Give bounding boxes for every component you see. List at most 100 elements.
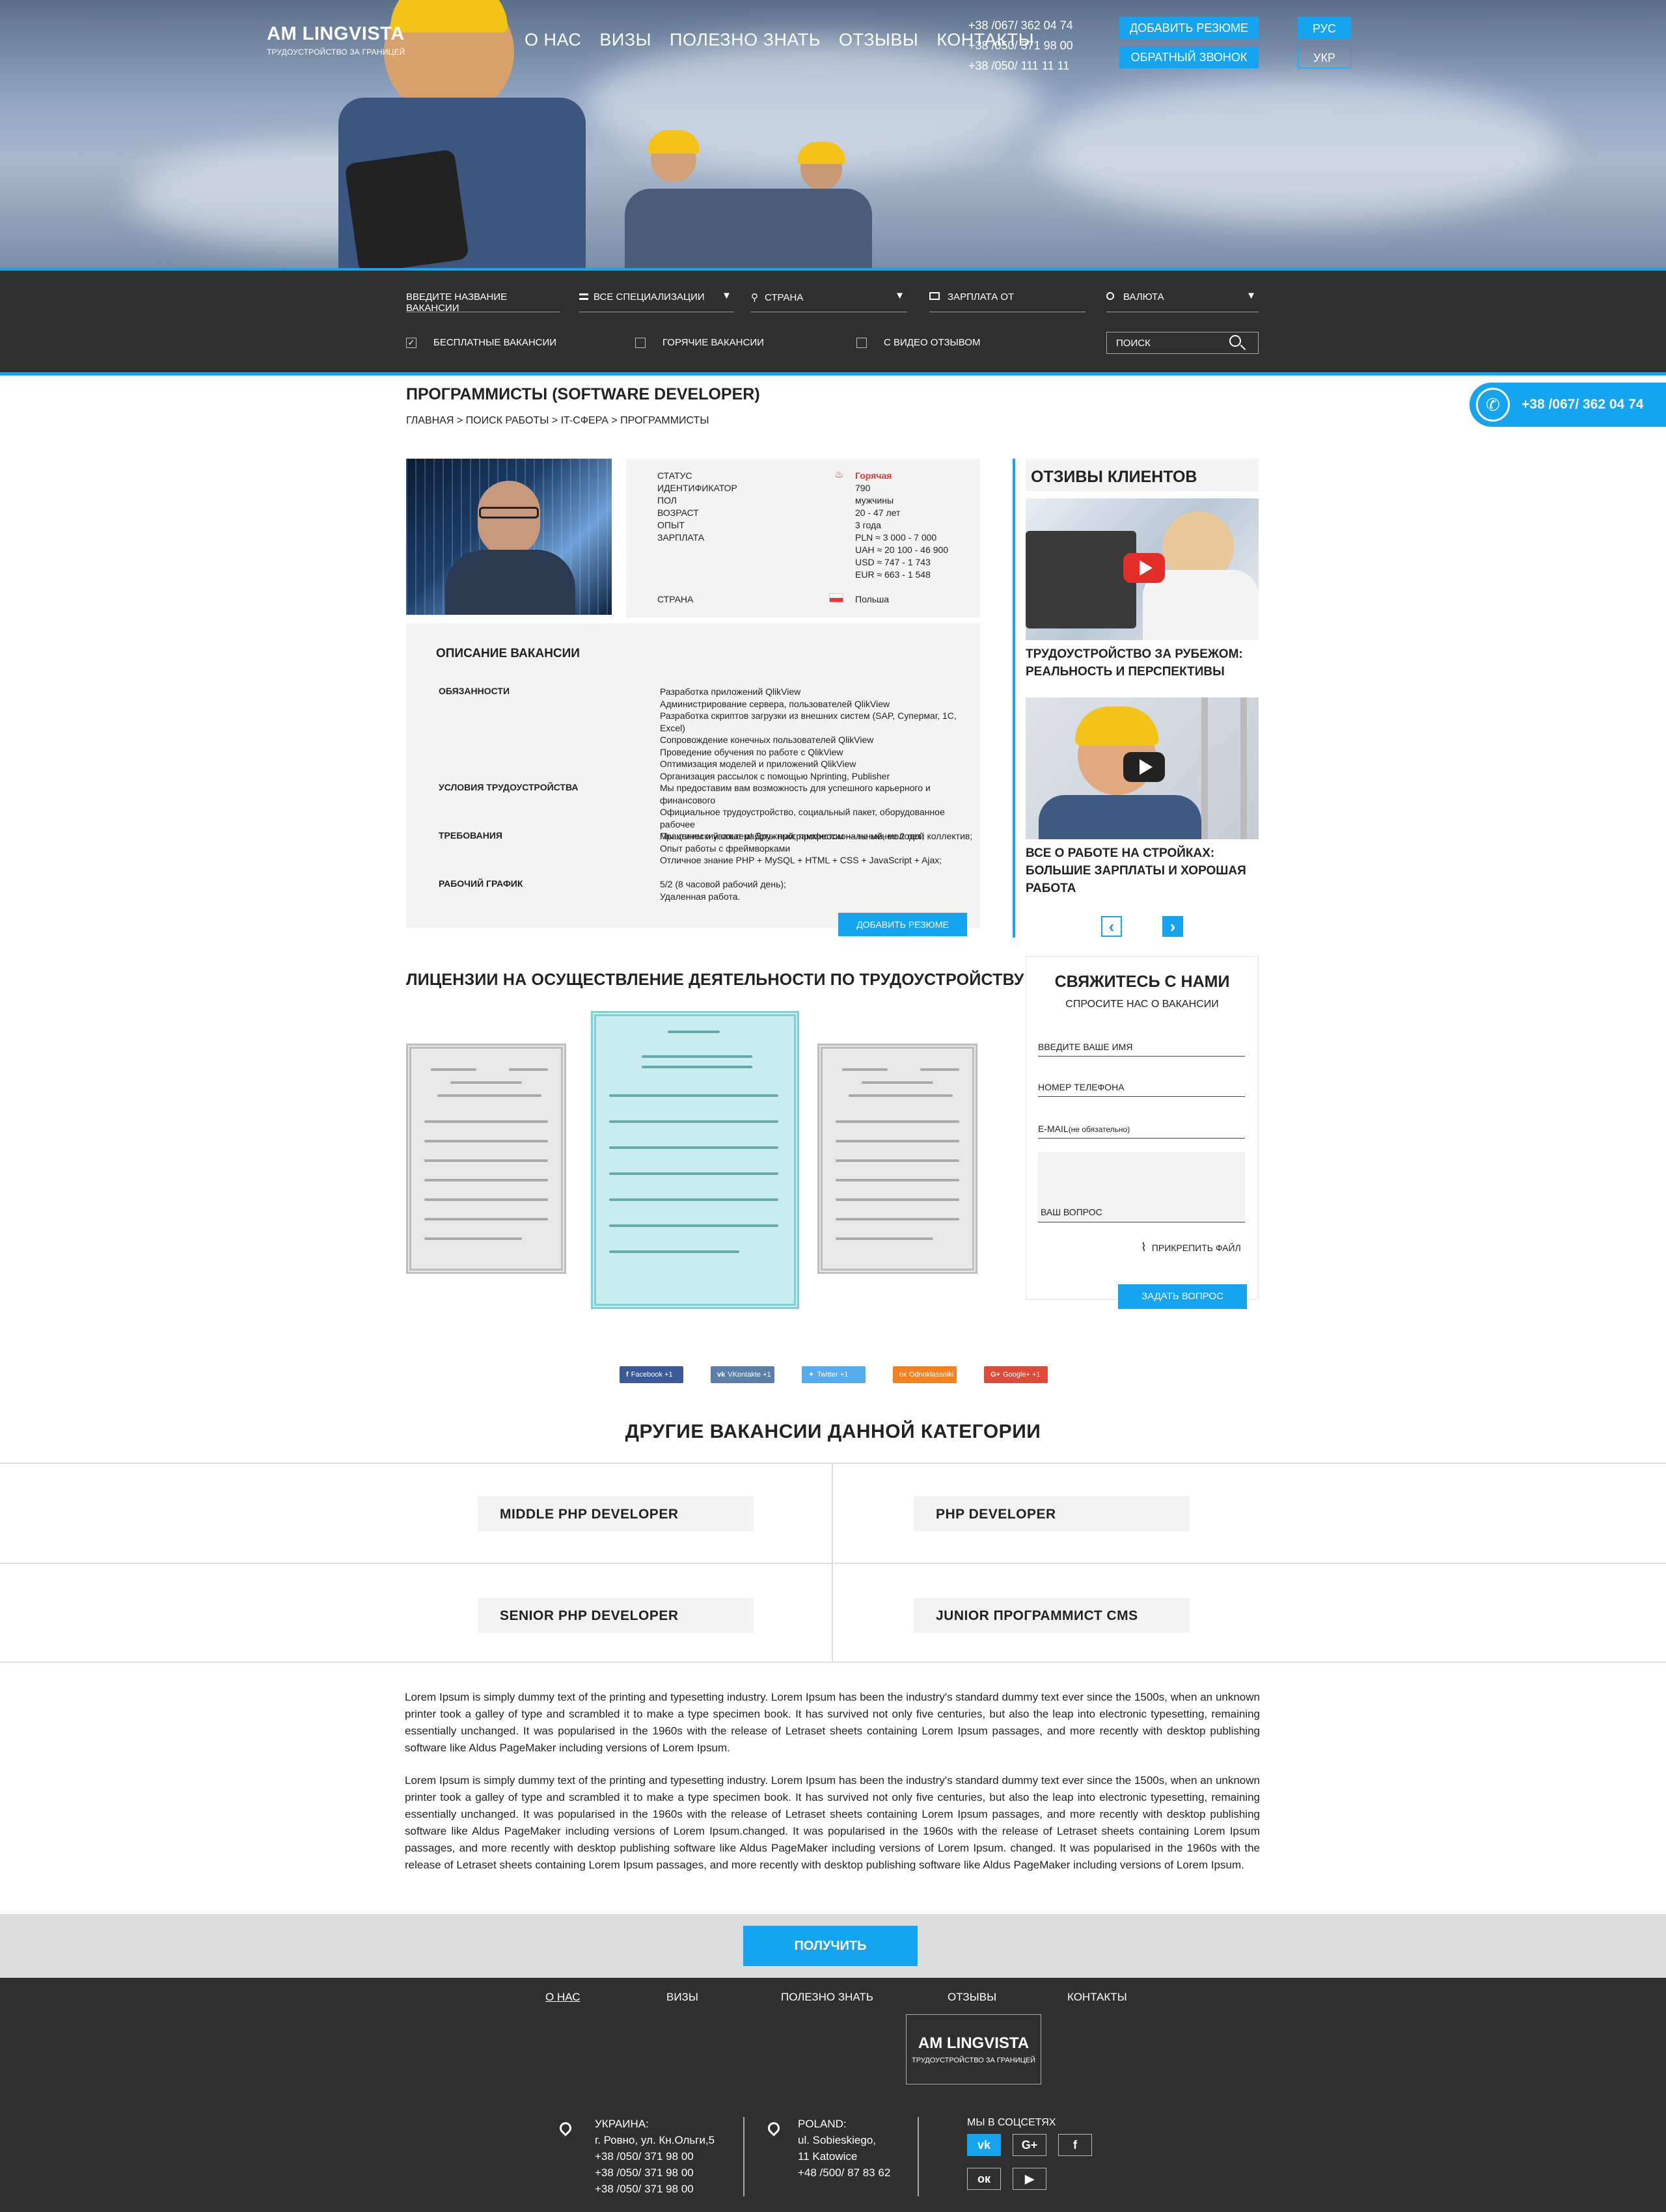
question-textarea[interactable]: ВАШ ВОПРОС bbox=[1038, 1152, 1245, 1222]
country-value: Польша bbox=[855, 594, 890, 604]
vacancy-link-php[interactable]: PHP DEVELOPER bbox=[914, 1496, 1190, 1531]
callback-header-button[interactable]: ОБРАТНЫЙ ЗВОНОК bbox=[1119, 46, 1259, 68]
fire-icon: ♨ bbox=[834, 469, 844, 480]
other-vacancies-title: ДРУГИЕ ВАКАНСИИ ДАННОЙ КАТЕГОРИИ bbox=[625, 1421, 1041, 1442]
phone-1[interactable]: +38 /067/ 362 04 74 bbox=[968, 16, 1073, 36]
duty-item: Оптимизация моделей и приложений QlikVie… bbox=[660, 759, 856, 769]
chevron-right-icon[interactable]: › bbox=[1162, 916, 1183, 937]
video-review-label: С ВИДЕО ОТЗЫВОМ bbox=[884, 337, 981, 348]
country-select[interactable]: ⚲ СТРАНА ▼ bbox=[751, 290, 907, 312]
vk-icon[interactable]: vk bbox=[967, 2134, 1001, 2156]
duty-item: Разработка скриптов загрузки из внешних … bbox=[660, 710, 957, 733]
schedule-item: 5/2 (8 часовой рабочий день); bbox=[660, 879, 786, 889]
vacancy-link-middle-php[interactable]: MIDDLE PHP DEVELOPER bbox=[478, 1496, 754, 1531]
footer-nav-about[interactable]: О НАС bbox=[545, 1991, 580, 2004]
share-twitter-button[interactable]: ✦ Twitter +1 bbox=[802, 1366, 866, 1383]
nav-reviews[interactable]: ОТЗЫВЫ bbox=[839, 30, 918, 50]
lang-ru-button[interactable]: РУС bbox=[1298, 17, 1351, 39]
address-ukraine: УКРАИНА: г. Ровно, ул. Кн.Ольги,5 +38 /0… bbox=[595, 2116, 715, 2197]
nav-useful[interactable]: ПОЛЕЗНО ЗНАТЬ bbox=[670, 30, 821, 50]
youtube-play-icon[interactable] bbox=[1123, 553, 1165, 583]
review-video-2[interactable] bbox=[1026, 697, 1259, 839]
search-placeholder: ПОИСК bbox=[1116, 338, 1151, 349]
review-caption-2[interactable]: ВСЕ О РАБОТЕ НА СТРОЙКАХ: БОЛЬШИЕ ЗАРПЛА… bbox=[1026, 844, 1259, 897]
salary-label: ЗАРПЛАТА bbox=[657, 532, 705, 543]
hot-vacancies-checkbox[interactable]: ГОРЯЧИЕ ВАКАНСИИ bbox=[635, 337, 764, 348]
get-consultation-button[interactable]: ПОЛУЧИТЬ КОНСУЛЬТАЦИЮ bbox=[743, 1926, 918, 1993]
breadcrumb[interactable]: ГЛАВНАЯ > ПОИСК РАБОТЫ > IT-СФЕРА > ПРОГ… bbox=[406, 415, 709, 427]
footer-nav-contacts[interactable]: КОНТАКТЫ bbox=[1067, 1991, 1127, 2004]
google-plus-icon[interactable]: G+ bbox=[1013, 2134, 1046, 2156]
footer-logo-name: AM LINGVISTA bbox=[918, 2034, 1030, 2052]
share-google-button[interactable]: G+ Google+ +1 bbox=[984, 1366, 1048, 1383]
odnoklassniki-icon[interactable]: ок bbox=[967, 2168, 1001, 2190]
share-google-count: +1 bbox=[1031, 1371, 1041, 1379]
odnoklassniki-icon: ок bbox=[899, 1371, 907, 1379]
currency-value: ВАЛЮТА bbox=[1123, 291, 1164, 303]
attach-file-link[interactable]: ⌇ ПРИКРЕПИТЬ ФАЙЛ bbox=[1141, 1241, 1241, 1254]
name-input[interactable]: ВВЕДИТЕ ВАШЕ ИМЯ bbox=[1038, 1042, 1245, 1057]
requirement-item: Практический опыт работы программистом —… bbox=[660, 831, 924, 841]
review-video-1[interactable] bbox=[1026, 498, 1259, 640]
add-resume-header-button[interactable]: ДОБАВИТЬ РЕЗЮМЕ bbox=[1119, 17, 1259, 39]
footer-nav-reviews[interactable]: ОТЗЫВЫ bbox=[948, 1991, 996, 2004]
share-vk-button[interactable]: vk VKontakte +1 bbox=[711, 1366, 774, 1383]
license-image-1[interactable] bbox=[406, 1044, 566, 1274]
salary-input[interactable]: ЗАРПЛАТА ОТ bbox=[929, 290, 1086, 312]
license-image-2[interactable] bbox=[591, 1011, 799, 1309]
vacancy-link-senior-php[interactable]: SENIOR PHP DEVELOPER bbox=[478, 1598, 754, 1633]
vacancy-name-input[interactable]: ВВЕДИТЕ НАЗВАНИЕ ВАКАНСИИ bbox=[406, 290, 560, 314]
phone-3[interactable]: +38 /050/ 111 11 11 bbox=[968, 56, 1073, 76]
youtube-play-icon[interactable] bbox=[1123, 752, 1165, 782]
add-resume-button[interactable]: ДОБАВИТЬ РЕЗЮМЕ bbox=[838, 913, 967, 936]
share-facebook-button[interactable]: f Facebook +1 bbox=[620, 1366, 683, 1383]
duty-item: Проведение обучения по работе с QlikView bbox=[660, 746, 843, 757]
share-twitter-count: +1 bbox=[840, 1371, 849, 1379]
phone-input[interactable]: НОМЕР ТЕЛЕФОНА bbox=[1038, 1082, 1245, 1097]
facebook-icon[interactable]: f bbox=[1058, 2134, 1092, 2156]
salary-placeholder: ЗАРПЛАТА ОТ bbox=[948, 291, 1015, 303]
video-review-checkbox[interactable]: С ВИДЕО ОТЗЫВОМ bbox=[856, 337, 980, 348]
address-line: ul. Sobieskiego, bbox=[798, 2134, 877, 2146]
footer-logo[interactable]: AM LINGVISTA ТРУДОУСТРОЙСТВО ЗА ГРАНИЦЕЙ bbox=[906, 2014, 1041, 2084]
address-phone[interactable]: +38 /050/ 371 98 00 bbox=[595, 2165, 715, 2181]
footer-nav-visas[interactable]: ВИЗЫ bbox=[666, 1991, 698, 2004]
license-image-3[interactable] bbox=[817, 1044, 977, 1274]
review-caption-1[interactable]: ТРУДОУСТРОЙСТВО ЗА РУБЕЖОМ: РЕАЛЬНОСТЬ И… bbox=[1026, 645, 1259, 681]
share-ok-button[interactable]: ок Odnoklassniki +1 bbox=[893, 1366, 957, 1396]
search-input[interactable]: ПОИСК bbox=[1106, 332, 1259, 354]
share-ok-label: Odnoklassniki bbox=[908, 1371, 954, 1379]
nav-visas[interactable]: ВИЗЫ bbox=[599, 30, 651, 50]
ask-question-button[interactable]: ЗАДАТЬ ВОПРОС bbox=[1118, 1284, 1247, 1309]
country-label: СТРАНА bbox=[657, 594, 694, 604]
email-input[interactable]: E-MAIL(не обязательно) bbox=[1038, 1124, 1245, 1139]
checkbox-icon bbox=[856, 337, 867, 348]
search-icon[interactable] bbox=[1229, 335, 1241, 347]
site-logo[interactable]: AM LINGVISTA ТРУДОУСТРОЙСТВО ЗА ГРАНИЦЕЙ bbox=[267, 23, 405, 57]
youtube-icon[interactable]: ▶ bbox=[1013, 2168, 1046, 2190]
vacancy-link-junior-cms[interactable]: JUNIOR ПРОГРАММИСТ CMS bbox=[914, 1598, 1190, 1633]
schedule-item: Удаленная работа. bbox=[660, 891, 741, 902]
chevron-left-icon[interactable]: ‹ bbox=[1101, 916, 1122, 937]
share-ok-count: +1 bbox=[899, 1388, 908, 1396]
address-phone[interactable]: +48 /500/ 87 83 62 bbox=[798, 2165, 890, 2181]
footer-divider bbox=[743, 2117, 744, 2196]
status-badge: Горячая bbox=[855, 470, 892, 481]
currency-select[interactable]: ВАЛЮТА ▼ bbox=[1106, 290, 1259, 312]
address-phone[interactable]: +38 /050/ 371 98 00 bbox=[595, 2181, 715, 2197]
search-icon-handle bbox=[1240, 344, 1246, 351]
footer-nav-useful[interactable]: ПОЛЕЗНО ЗНАТЬ bbox=[781, 1991, 873, 2004]
vk-icon: vk bbox=[717, 1371, 726, 1379]
nav-about[interactable]: О НАС bbox=[525, 30, 581, 50]
footer-logo-tagline: ТРУДОУСТРОЙСТВО ЗА ГРАНИЦЕЙ bbox=[912, 2057, 1035, 2064]
salary-eur: EUR ≈ 663 - 1 548 bbox=[855, 569, 931, 580]
vacancy-description: ОПИСАНИЕ ВАКАНСИИ ОБЯЗАННОСТИ Разработка… bbox=[406, 623, 980, 928]
address-phone[interactable]: +38 /050/ 371 98 00 bbox=[595, 2148, 715, 2165]
lang-uk-button[interactable]: УКР bbox=[1298, 46, 1351, 68]
specialization-select[interactable]: ВСЕ СПЕЦИАЛИЗАЦИИ ▼ bbox=[579, 290, 734, 312]
paperclip-icon: ⌇ bbox=[1141, 1241, 1147, 1254]
floating-callback-button[interactable]: ✆ +38 /067/ 362 04 74 bbox=[1469, 383, 1666, 427]
free-vacancies-checkbox[interactable]: ✓ БЕСПЛАТНЫЕ ВАКАНСИИ bbox=[406, 337, 556, 348]
share-vk-label: VKontakte bbox=[728, 1371, 761, 1379]
phone-2[interactable]: +38 /050/ 371 98 00 bbox=[968, 36, 1073, 56]
